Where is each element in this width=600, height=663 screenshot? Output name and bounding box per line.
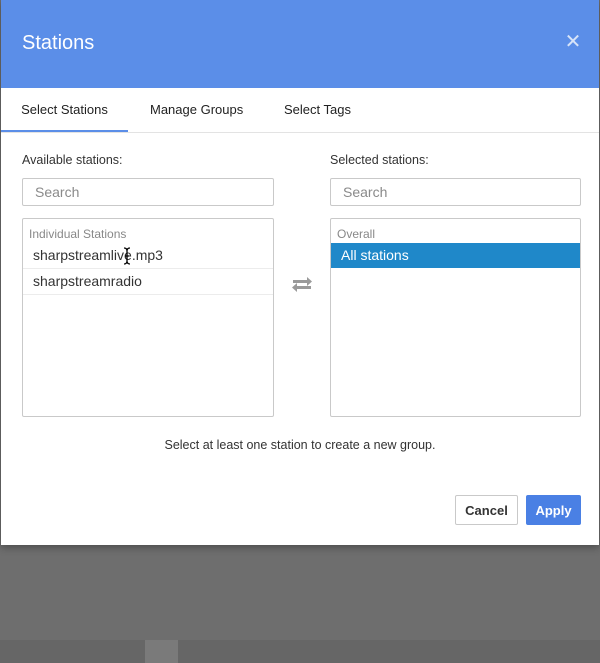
apply-button[interactable]: Apply [526,495,581,525]
available-stations-list: Individual Stations sharpstreamlive.mp3 … [22,218,274,417]
tab-select-tags[interactable]: Select Tags [284,88,351,131]
text-cursor-icon [123,247,131,265]
hint-text: Select at least one station to create a … [164,438,436,452]
list-item[interactable]: sharpstreamlive.mp3 [23,243,273,269]
available-search-input[interactable] [22,178,274,206]
selected-search-input[interactable] [330,178,581,206]
backdrop-segment [178,640,600,663]
cancel-button[interactable]: Cancel [455,495,518,525]
selected-stations-label: Selected stations: [330,153,429,167]
backdrop-segment [0,640,145,663]
dialog-title: Stations [22,32,95,54]
available-stations-label: Available stations: [22,153,123,167]
tab-manage-groups[interactable]: Manage Groups [150,88,243,131]
list-group-label: Overall [337,227,376,241]
dialog-header: Stations ✕ [1,0,599,88]
tab-bar: Select Stations Manage Groups Select Tag… [1,88,599,133]
selected-stations-list: Overall All stations [330,218,581,417]
list-item[interactable]: sharpstreamradio [23,269,273,295]
list-group-label: Individual Stations [29,227,127,241]
list-item[interactable]: All stations [331,243,580,268]
tab-select-stations[interactable]: Select Stations [1,88,128,132]
close-icon[interactable]: ✕ [563,32,583,52]
backdrop-bar [0,640,600,663]
transfer-arrows-icon[interactable] [290,275,314,295]
stations-dialog: Stations ✕ Select Stations Manage Groups… [1,0,599,545]
